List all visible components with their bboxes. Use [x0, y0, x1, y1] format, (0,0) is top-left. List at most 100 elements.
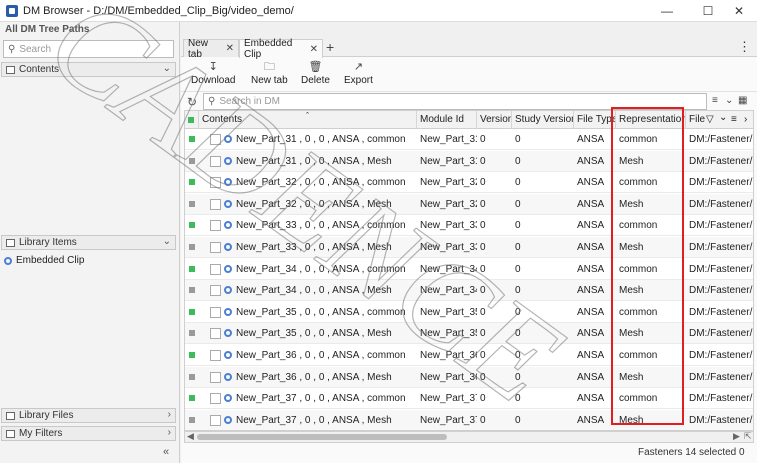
tab-new-tab[interactable]: New tab ✕: [183, 38, 239, 60]
sidebar-search-input[interactable]: ⚲ Search: [3, 40, 174, 58]
cell-file-type: ANSA: [577, 414, 605, 426]
row-checkbox[interactable]: [210, 306, 221, 318]
row-checkbox[interactable]: [210, 328, 221, 340]
status-indicator: [189, 222, 195, 229]
table-header: Contents ˆ Module Id Version Study Versi…: [185, 111, 753, 129]
sidebar-section-library-files[interactable]: Library Files ›: [1, 408, 176, 423]
table-row[interactable]: New_Part_31 , 0 , 0 , ANSA , common New_P…: [185, 129, 753, 150]
entity-icon: [224, 178, 232, 187]
scroll-left-icon[interactable]: ◀: [187, 431, 194, 442]
filter-icon[interactable]: ▽: [706, 111, 714, 129]
cell-module-id: New_Part_35: [420, 328, 477, 340]
table-row[interactable]: New_Part_36 , 0 , 0 , ANSA , Mesh New_Par…: [185, 366, 753, 388]
column-header-module-id[interactable]: Module Id: [417, 111, 477, 129]
cell-module-id: New_Part_34: [420, 285, 477, 297]
cell-file: DM:/Fastener/N: [689, 328, 754, 340]
delete-button[interactable]: 🗑 Delete: [301, 61, 330, 86]
add-tab-button[interactable]: +: [326, 39, 334, 55]
horizontal-scrollbar[interactable]: ◀ ▶ ⇱: [184, 431, 754, 443]
scrollbar-thumb[interactable]: [197, 434, 447, 440]
cell-version: 0: [480, 220, 486, 232]
toolbar: ↧ Download 🗀 New tab 🗑 Delete ↗ Export: [181, 58, 757, 92]
close-icon[interactable]: ✕: [310, 44, 318, 55]
column-header-file[interactable]: File ▽ ⌄ ≡ ›: [686, 111, 753, 129]
export-button[interactable]: ↗ Export: [344, 61, 373, 86]
dm-search-input[interactable]: ⚲ Search in DM: [203, 93, 707, 110]
sidebar-header: All DM Tree Paths: [5, 24, 90, 35]
row-checkbox[interactable]: [210, 198, 221, 210]
refresh-icon[interactable]: ↻: [187, 95, 197, 109]
column-header-representation[interactable]: Representation: [616, 111, 686, 129]
column-header-contents[interactable]: Contents ˆ: [199, 111, 417, 129]
chevron-down-icon[interactable]: ⌄: [719, 111, 727, 127]
table-row[interactable]: New_Part_34 , 0 , 0 , ANSA , Mesh New_Par…: [185, 280, 753, 302]
table-row[interactable]: New_Part_31 , 0 , 0 , ANSA , Mesh New_Par…: [185, 150, 753, 172]
columns-icon[interactable]: ≡: [731, 111, 737, 129]
cell-file-type: ANSA: [577, 177, 605, 189]
expand-icon[interactable]: ⇱: [744, 431, 752, 442]
close-icon[interactable]: ✕: [226, 43, 234, 54]
column-header-study-version[interactable]: Study Version: [512, 111, 574, 129]
table-row[interactable]: New_Part_32 , 0 , 0 , ANSA , Mesh New_Par…: [185, 193, 753, 215]
sidebar: All DM Tree Paths ⚲ Search Contents ⌄ Li…: [0, 22, 180, 463]
table-row[interactable]: New_Part_33 , 0 , 0 , ANSA , Mesh New_Par…: [185, 237, 753, 258]
table-row[interactable]: New_Part_36 , 0 , 0 , ANSA , common New_P…: [185, 345, 753, 366]
cell-version: 0: [480, 285, 486, 297]
row-checkbox[interactable]: [210, 242, 221, 253]
collapse-sidebar-button[interactable]: «: [157, 444, 175, 459]
cell-file: DM:/Fastener/N: [689, 220, 754, 232]
cell-study-version: 0: [515, 242, 521, 253]
row-checkbox[interactable]: [210, 177, 221, 189]
entity-icon: [224, 351, 232, 359]
chevron-down-icon[interactable]: ⌄: [725, 95, 733, 106]
table-row[interactable]: New_Part_34 , 0 , 0 , ANSA , common New_P…: [185, 259, 753, 280]
cell-representation: common: [619, 134, 658, 145]
chevron-right-icon[interactable]: ›: [744, 111, 747, 129]
column-header-file-type[interactable]: File Type: [574, 111, 616, 129]
sidebar-item-embedded-clip[interactable]: Embedded Clip: [4, 255, 84, 266]
row-checkbox[interactable]: [210, 263, 221, 275]
new-tab-button[interactable]: 🗀 New tab: [251, 61, 288, 86]
download-icon: ↧: [208, 61, 218, 73]
status-column-header[interactable]: [185, 111, 199, 129]
row-checkbox[interactable]: [210, 393, 221, 405]
close-window-button[interactable]: ✕: [721, 0, 757, 22]
export-icon: ↗: [353, 61, 364, 73]
more-options-icon[interactable]: ⋮: [738, 39, 751, 55]
cell-version: 0: [480, 371, 486, 383]
columns-icon[interactable]: ▦: [738, 95, 747, 106]
table-row[interactable]: New_Part_37 , 0 , 0 , ANSA , Mesh New_Par…: [185, 409, 753, 430]
tab-embedded-clip[interactable]: Embedded Clip ✕: [239, 38, 323, 60]
list-view-icon[interactable]: ≡: [712, 95, 718, 106]
cell-contents: New_Part_32 , 0 , 0 , ANSA , Mesh: [236, 198, 392, 210]
minimize-button[interactable]: —: [649, 0, 685, 22]
table-row[interactable]: New_Part_37 , 0 , 0 , ANSA , common New_P…: [185, 388, 753, 410]
table-row[interactable]: New_Part_35 , 0 , 0 , ANSA , common New_P…: [185, 302, 753, 323]
sidebar-section-contents[interactable]: Contents ⌄: [1, 62, 176, 77]
cell-study-version: 0: [515, 393, 521, 405]
delete-label: Delete: [301, 75, 330, 86]
row-checkbox[interactable]: [210, 350, 221, 361]
cell-representation: Mesh: [619, 242, 644, 253]
sidebar-section-my-filters[interactable]: My Filters ›: [1, 426, 176, 441]
title-bar: DM Browser - D:/DM/Embedded_Clip_Big/vid…: [0, 0, 757, 22]
cell-file-type: ANSA: [577, 350, 605, 361]
sidebar-section-library-items[interactable]: Library Items ⌄: [1, 235, 176, 250]
row-checkbox[interactable]: [210, 414, 221, 426]
row-checkbox[interactable]: [210, 134, 221, 145]
section-label: Library Files: [19, 410, 74, 421]
scroll-right-icon[interactable]: ▶: [733, 431, 740, 442]
column-header-version[interactable]: Version: [477, 111, 512, 129]
entity-icon: [224, 372, 232, 381]
row-checkbox[interactable]: [210, 371, 221, 383]
row-checkbox[interactable]: [210, 220, 221, 232]
download-button[interactable]: ↧ Download: [191, 61, 235, 86]
cell-study-version: 0: [515, 371, 521, 383]
table-row[interactable]: New_Part_33 , 0 , 0 , ANSA , common New_P…: [185, 215, 754, 237]
row-checkbox[interactable]: [210, 285, 221, 297]
cell-module-id: New_Part_35: [420, 306, 477, 318]
row-checkbox[interactable]: [210, 155, 221, 167]
chevron-down-icon: ⌄: [162, 236, 171, 247]
table-row[interactable]: New_Part_32 , 0 , 0 , ANSA , common New_P…: [185, 172, 753, 194]
table-row[interactable]: New_Part_35 , 0 , 0 , ANSA , Mesh New_Par…: [185, 323, 754, 345]
